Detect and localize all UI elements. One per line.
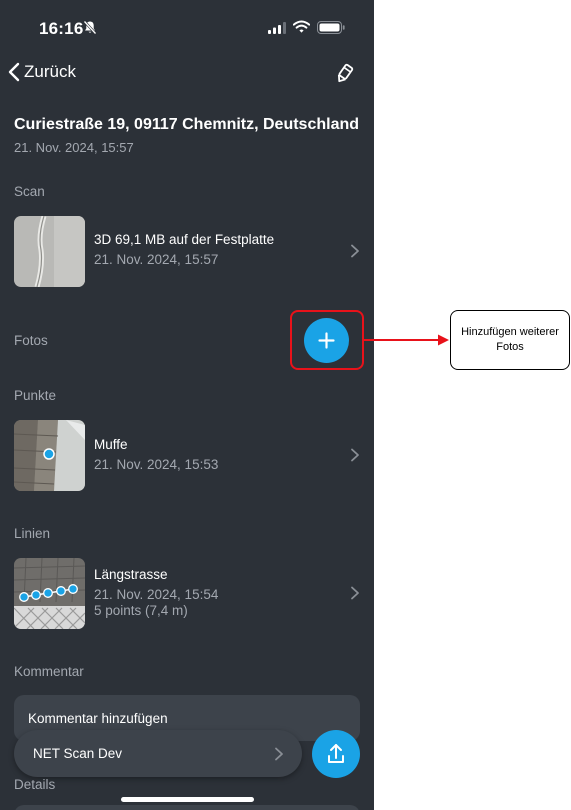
section-label-linien: Linien [14, 526, 51, 541]
nav-bar: Zurück [0, 56, 374, 92]
chevron-right-icon [351, 586, 359, 600]
status-bar: 16:16 [0, 0, 374, 56]
home-indicator [121, 797, 254, 802]
point-thumbnail [14, 420, 85, 491]
back-button[interactable]: Zurück [8, 62, 76, 82]
annotation-text-line1: Hinzufügen weiterer [461, 326, 559, 338]
edit-icon[interactable] [334, 62, 356, 84]
line-thumbnail [14, 558, 85, 629]
status-time: 16:16 [39, 19, 84, 38]
bell-slash-icon [83, 20, 97, 35]
device-selector[interactable]: NET Scan Dev [14, 730, 302, 777]
section-label-details: Details [14, 777, 56, 792]
annotation-callout: Hinzufügen weiterer Fotos [450, 310, 570, 370]
chevron-right-icon [351, 244, 359, 258]
chevron-right-icon [275, 747, 283, 761]
list-item[interactable]: Muffe 21. Nov. 2024, 15:53 [0, 420, 374, 492]
annotation-text-line2: Fotos [496, 341, 524, 353]
point-date: 21. Nov. 2024, 15:53 [94, 457, 219, 472]
wifi-icon [293, 20, 310, 33]
details-card [14, 805, 360, 810]
point-title: Muffe [94, 437, 128, 452]
line-date: 21. Nov. 2024, 15:54 [94, 587, 219, 602]
section-label-fotos: Fotos [14, 333, 48, 348]
annotation-arrow [364, 334, 449, 346]
line-details: 5 points (7,4 m) [94, 603, 188, 618]
upload-button[interactable] [312, 730, 360, 778]
back-button-label: Zurück [24, 62, 76, 81]
list-item[interactable]: Längstrasse 21. Nov. 2024, 15:54 5 point… [0, 558, 374, 630]
section-label-scan: Scan [14, 184, 45, 199]
line-title: Längstrasse [94, 567, 168, 582]
scan-date: 21. Nov. 2024, 15:57 [94, 252, 219, 267]
scan-thumbnail [14, 216, 85, 287]
header-date: 21. Nov. 2024, 15:57 [14, 140, 134, 155]
battery-icon [317, 21, 345, 34]
upload-icon [328, 744, 344, 763]
signal-icon [268, 22, 286, 34]
scan-row[interactable]: 3D 69,1 MB auf der Festplatte 21. Nov. 2… [0, 216, 374, 288]
section-label-punkte: Punkte [14, 388, 57, 403]
chevron-right-icon [351, 448, 359, 462]
scan-title: 3D 69,1 MB auf der Festplatte [94, 232, 275, 247]
comment-placeholder: Kommentar hinzufügen [28, 711, 168, 726]
section-label-kommentar: Kommentar [14, 664, 84, 679]
annotation-highlight-box [290, 310, 364, 370]
chevron-left-icon [8, 62, 20, 82]
page-title: Curiestraße 19, 09117 Chemnitz, Deutschl… [14, 116, 360, 133]
phone-screen: 16:16 Zurück Curiestraße 19, 09117 Chemn… [0, 0, 374, 810]
device-label: NET Scan Dev [33, 746, 123, 761]
